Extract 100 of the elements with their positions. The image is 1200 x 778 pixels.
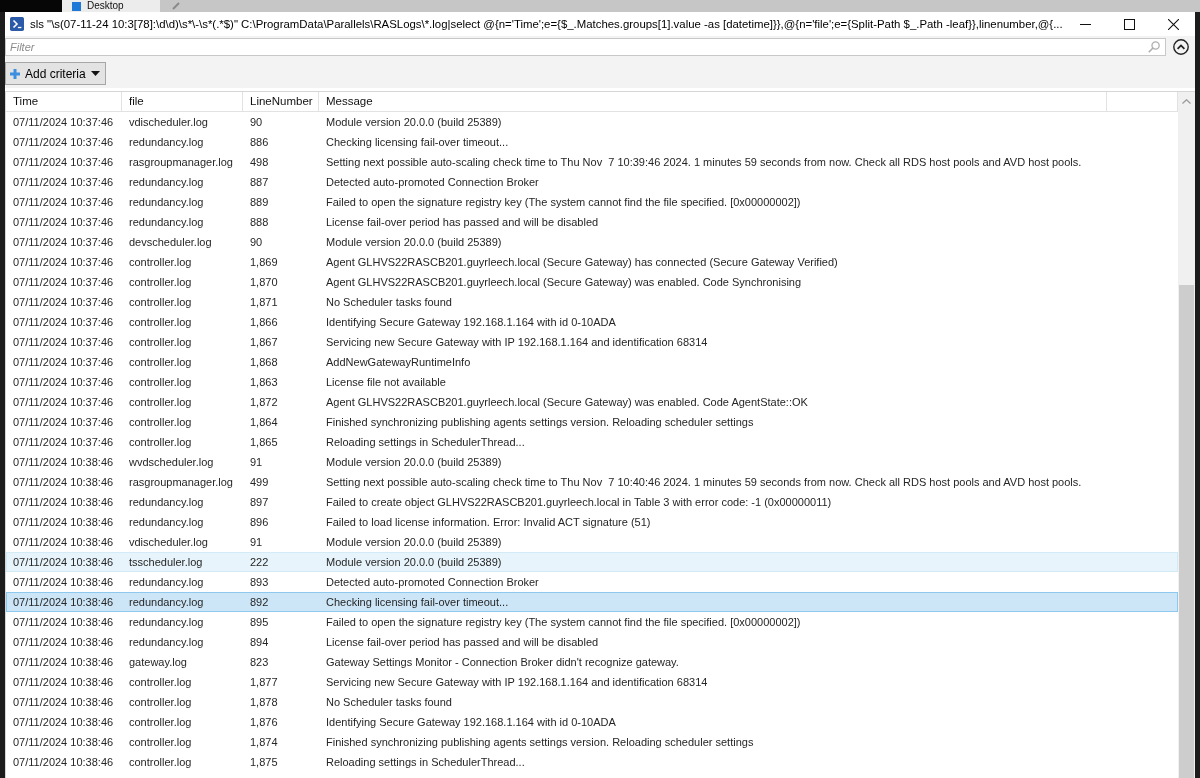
caret-up-icon[interactable] [1182,99,1191,104]
table-cell-text: redundancy.log [128,635,205,649]
scrollbar-thumb[interactable] [1179,285,1194,778]
table-cell-text: 07/11/2024 10:38:46 [12,575,115,589]
table-cell-text: 90 [249,235,264,249]
column-header[interactable]: Time [6,92,122,111]
table-cell-text: 886 [249,135,270,149]
table-cell-text: Agent GLHVS22RASCB201.guyrleech.local (Secure Gateway) has connected (Secure Gateway Verified) [325,255,839,269]
table-row[interactable]: 07/11/2024 10:38:46 redundancy.log 893 Detected auto-promoted Connection Broker [6,572,1178,592]
table-row[interactable]: 07/11/2024 10:37:46 controller.log 1,864 Finished synchronizing publishing agents settings version. Reloading scheduler settings [6,412,1178,432]
table-cell-text: 823 [249,655,270,669]
table-cell-text: controller.log [128,395,193,409]
table-row[interactable]: 07/11/2024 10:37:46 vdischeduler.log 90 Module version 20.0.0 (build 25389) [6,112,1178,132]
table-cell-text: 07/11/2024 10:37:46 [12,435,115,449]
table-row[interactable]: 07/11/2024 10:38:46 rasgroupmanager.log 499 Setting next possible auto-scaling check time to Thu Nov 7 10:40:46 2024. 1 minutes 59 seconds from now. Check all RDS host pools and AVD host pools. [6,472,1178,492]
table-cell-text: redundancy.log [128,615,205,629]
table-row[interactable]: 07/11/2024 10:38:46 controller.log 1,878 No Scheduler tasks found [6,692,1178,712]
table-row[interactable]: 07/11/2024 10:38:46 controller.log 1,874 Finished synchronizing publishing agents settings version. Reloading scheduler settings [6,732,1178,752]
table-row[interactable]: 07/11/2024 10:38:46 tsscheduler.log 222 Module version 20.0.0 (build 25389) [6,552,1178,572]
table-row[interactable]: 07/11/2024 10:37:46 controller.log 1,863 License file not available [6,372,1178,392]
table-cell-text: Detected auto-promoted Connection Broker [325,575,540,589]
table-cell-text: Gateway Settings Monitor - Connection Broker didn't recognize gateway. [325,655,680,669]
table-cell-text: No Scheduler tasks found [325,695,453,709]
minimize-icon [1079,23,1091,25]
table-row[interactable]: 07/11/2024 10:38:46 wvdscheduler.log 91 Module version 20.0.0 (build 25389) [6,452,1178,472]
table-cell-text: wvdscheduler.log [128,455,215,469]
chevron-circle-icon[interactable] [1173,39,1189,55]
table-cell-text: No Scheduler tasks found [325,295,453,309]
table-row[interactable]: 07/11/2024 10:37:46 devscheduler.log 90 Module version 20.0.0 (build 25389) [6,232,1178,252]
table-row[interactable]: 07/11/2024 10:37:46 controller.log 1,866 Identifying Secure Gateway 192.168.1.164 with id 0-10ADA [6,312,1178,332]
table-cell-text: Failed to open the signature registry key (The system cannot find the file specified. [0x00000002]) [325,195,802,209]
table-row[interactable]: 07/11/2024 10:37:46 controller.log 1,865 Reloading settings in SchedulerThread... [6,432,1178,452]
table-cell-text: 91 [249,455,264,469]
table-row[interactable]: 07/11/2024 10:38:46 controller.log 1,877 Servicing new Secure Gateway with IP 192.168.1.164 and identification 68314 [6,672,1178,692]
table-cell-text: 895 [249,615,270,629]
table-row[interactable]: 07/11/2024 10:38:46 gateway.log 823 Gateway Settings Monitor - Connection Broker didn't recognize gateway. [6,652,1178,672]
table-cell-text: 1,877 [249,675,279,689]
table-cell-text: 892 [249,595,270,609]
table-cell-text: 07/11/2024 10:38:46 [12,515,115,529]
table-row[interactable]: 07/11/2024 10:38:46 redundancy.log 896 Failed to load license information. Error: Invalid ACT signature (51) [6,512,1178,532]
table-row[interactable]: 07/11/2024 10:37:46 controller.log 1,870 Agent GLHVS22RASCB201.guyrleech.local (Secure Gateway) was enabled. Code Synchronising [6,272,1178,292]
table-cell-text: devscheduler.log [128,235,213,249]
table-cell-text: 1,868 [249,355,279,369]
table-cell-text: 1,866 [249,315,279,329]
table-row[interactable]: 07/11/2024 10:38:46 redundancy.log 897 Failed to create object GLHVS22RASCB201.guyrleech.local in Table 3 with error code: -1 (0x00000011) [6,492,1178,512]
table-cell-text: 07/11/2024 10:37:46 [12,195,115,209]
table-cell-text: 07/11/2024 10:37:46 [12,275,115,289]
table-cell-text: 1,876 [249,715,279,729]
table-cell-text: Agent GLHVS22RASCB201.guyrleech.local (Secure Gateway) was enabled. Code Synchronising [325,275,803,289]
table-row[interactable]: 07/11/2024 10:38:46 controller.log 1,875 Reloading settings in SchedulerThread... [6,752,1178,772]
table-cell-text: 07/11/2024 10:38:46 [12,715,115,729]
caret-down-icon [90,71,100,76]
table-row[interactable]: 07/11/2024 10:37:46 rasgroupmanager.log 498 Setting next possible auto-scaling check time to Thu Nov 7 10:39:46 2024. 1 minutes 59 seconds from now. Check all RDS host pools and AVD host pools. [6,152,1178,172]
table-row[interactable]: 07/11/2024 10:37:46 redundancy.log 886 Checking licensing fail-over timeout... [6,132,1178,152]
table-row[interactable]: 07/11/2024 10:38:46 vdischeduler.log 91 Module version 20.0.0 (build 25389) [6,532,1178,552]
table-cell-text: 07/11/2024 10:38:46 [12,455,115,469]
table-row[interactable]: 07/11/2024 10:37:46 controller.log 1,869 Agent GLHVS22RASCB201.guyrleech.local (Secure Gateway) has connected (Secure Gateway Verified) [6,252,1178,272]
add-criteria-button[interactable]: Add criteria [5,62,106,85]
table-row[interactable]: 07/11/2024 10:37:46 redundancy.log 889 Failed to open the signature registry key (The system cannot find the file specified. [0x00000002]) [6,192,1178,212]
column-header[interactable]: file [122,92,243,111]
table-cell-text: 07/11/2024 10:37:46 [12,255,115,269]
desktop-tab[interactable]: Desktop [62,0,160,12]
table-row[interactable]: 07/11/2024 10:37:46 controller.log 1,867 Servicing new Secure Gateway with IP 192.168.1.164 and identification 68314 [6,332,1178,352]
table-row[interactable]: 07/11/2024 10:37:46 redundancy.log 887 Detected auto-promoted Connection Broker [6,172,1178,192]
table-cell-text: 07/11/2024 10:38:46 [12,595,115,609]
table-cell-text: vdischeduler.log [128,535,209,549]
table-row[interactable]: 07/11/2024 10:38:46 controller.log 1,876 Identifying Secure Gateway 192.168.1.164 with id 0-10ADA [6,712,1178,732]
window-icon [72,1,81,11]
table-row[interactable]: 07/11/2024 10:38:46 redundancy.log 894 License fail-over period has passed and will be disabled [6,632,1178,652]
scrollbar-track[interactable] [1178,92,1195,778]
table-cell-text: Servicing new Secure Gateway with IP 192.168.1.164 and identification 68314 [325,335,709,349]
table-cell-text: 07/11/2024 10:38:46 [12,495,115,509]
table-cell-text: 1,869 [249,255,279,269]
table-cell-text: 1,865 [249,435,279,449]
table-row[interactable]: 07/11/2024 10:37:46 redundancy.log 888 License fail-over period has passed and will be disabled [6,212,1178,232]
table-cell-text: 07/11/2024 10:37:46 [12,135,115,149]
table-cell-text: controller.log [128,295,193,309]
table-cell-text: controller.log [128,675,193,689]
dark-panel [0,0,62,12]
filter-field[interactable]: Filter [5,38,1166,56]
table-cell-text: redundancy.log [128,575,205,589]
table-cell-text: 07/11/2024 10:38:46 [12,535,115,549]
table-cell-text: redundancy.log [128,495,205,509]
table-cell-text: 07/11/2024 10:38:46 [12,695,115,709]
column-header[interactable]: Message [319,92,1107,111]
table-cell-text: 91 [249,535,264,549]
table-row[interactable]: 07/11/2024 10:38:46 redundancy.log 892 Checking licensing fail-over timeout... [6,592,1178,612]
column-header[interactable]: LineNumber [243,92,319,111]
table-row[interactable]: 07/11/2024 10:38:46 redundancy.log 895 Failed to open the signature registry key (The system cannot find the file specified. [0x00000002]) [6,612,1178,632]
table-cell-text: 07/11/2024 10:38:46 [12,655,115,669]
table-cell-text: controller.log [128,335,193,349]
table-row[interactable]: 07/11/2024 10:37:46 controller.log 1,868 AddNewGatewayRuntimeInfo [6,352,1178,372]
table-cell-text: controller.log [128,755,193,769]
table-cell-text: redundancy.log [128,195,205,209]
table-cell-text: License file not available [325,375,447,389]
table-cell-text: Module version 20.0.0 (build 25389) [325,235,503,249]
table-row[interactable]: 07/11/2024 10:37:46 controller.log 1,872 Agent GLHVS22RASCB201.guyrleech.local (Secure Gateway) was enabled. Code AgentState::OK [6,392,1178,412]
table-cell-text: tsscheduler.log [128,555,204,569]
table-row[interactable]: 07/11/2024 10:37:46 controller.log 1,871 No Scheduler tasks found [6,292,1178,312]
close-icon [1167,18,1179,30]
